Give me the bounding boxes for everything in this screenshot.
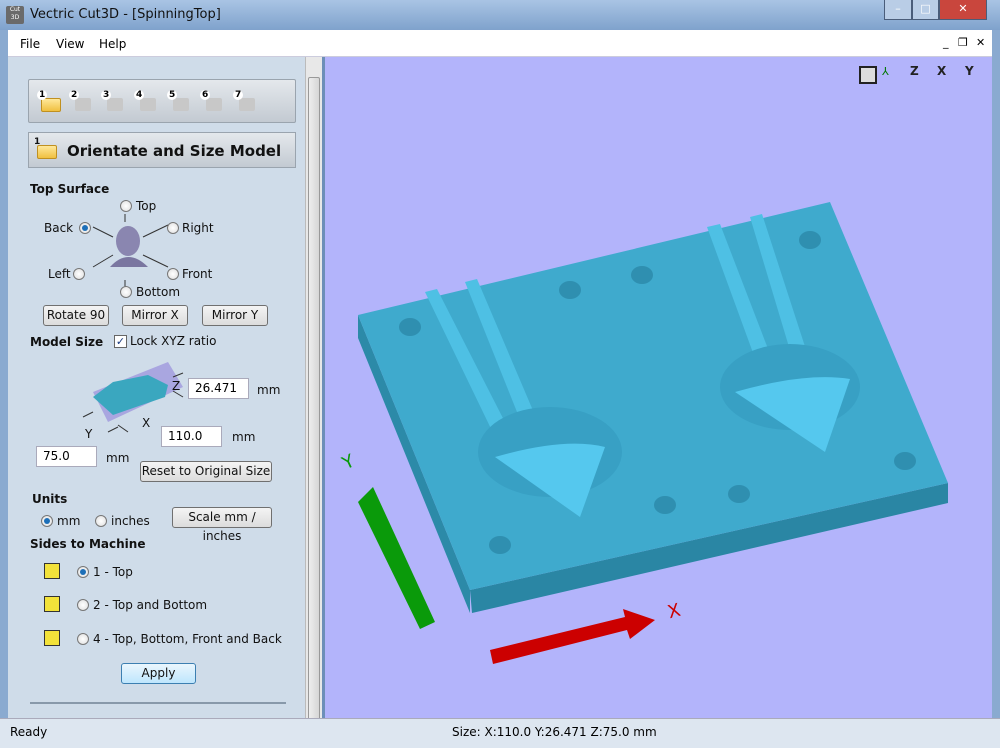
top-surface-label: Top Surface [30,182,110,196]
3d-viewport[interactable]: Y X ⅄ Z X Y [325,57,992,718]
cube-top-bottom-icon [44,596,60,612]
section-heading: 1 Orientate and Size Model [28,132,296,168]
reset-size-button[interactable]: Reset to Original Size [140,461,272,482]
radio-left[interactable] [73,268,85,280]
cube-four-sides-icon [44,630,60,646]
sides-label: Sides to Machine [30,537,146,551]
lock-xyz-checkbox[interactable]: ✓ [114,335,127,348]
radio-bottom[interactable] [120,286,132,298]
step-5-button[interactable]: 5 [167,90,191,114]
radio-front[interactable] [167,268,179,280]
y-size-input[interactable]: 75.0 [36,446,97,467]
status-bar: Ready Size: X:110.0 Y:26.471 Z:75.0 mm [0,718,1000,748]
block-top-face [358,202,948,590]
radio-mm[interactable] [41,515,53,527]
car-size-diagram [82,362,184,433]
window-frame [0,30,8,748]
app-logo-icon: Cut 3D [6,6,24,24]
step-toolbar: 1 2 3 4 5 6 7 [28,79,296,123]
menu-file[interactable]: File [20,37,40,51]
z-size-input[interactable]: 26.471 [188,378,249,399]
mdi-restore-button[interactable]: ❐ [958,36,968,49]
left-panel: 1 2 3 4 5 6 7 1 Orientate and Size Model… [8,57,305,718]
step-4-button[interactable]: 4 [134,90,158,114]
status-text: Ready [10,725,48,739]
cube-top-icon [44,563,60,579]
menu-bar: File View Help _ ❐ ✕ [8,30,992,57]
radio-sides-4[interactable] [77,633,89,645]
radio-inches[interactable] [95,515,107,527]
step-7-button[interactable]: 7 [233,90,257,114]
step-6-button[interactable]: 6 [200,90,224,114]
x-size-input[interactable]: 110.0 [161,426,222,447]
window-title: Vectric Cut3D - [SpinningTop] [30,7,221,22]
title-bar: Cut 3D Vectric Cut3D - [SpinningTop] – □ … [0,0,1000,30]
maximize-button[interactable]: □ [912,0,939,20]
radio-right[interactable] [167,222,179,234]
folder-icon [37,145,57,159]
view-x-icon[interactable]: X [937,64,946,78]
y-axis-arrow [358,487,435,629]
minimize-button[interactable]: – [884,0,912,20]
units-label: Units [32,492,68,506]
bust-diagram [92,214,169,287]
mdi-minimize-button[interactable]: _ [943,36,949,49]
iso-view-icon[interactable]: ⅄ [882,65,889,78]
radio-sides-1[interactable] [77,566,89,578]
view-y-icon[interactable]: Y [965,64,974,78]
rotate-90-button[interactable]: Rotate 90 [43,305,109,326]
divider [30,702,286,704]
view-z-icon[interactable]: Z [910,64,919,78]
scrollbar-thumb[interactable] [308,77,320,727]
mirror-y-button[interactable]: Mirror Y [202,305,268,326]
folder-icon [41,98,61,112]
menu-help[interactable]: Help [99,37,126,51]
radio-back[interactable] [79,222,91,234]
step-1-button[interactable]: 1 [37,90,61,114]
x-axis-arrow [490,609,655,664]
step-2-button[interactable]: 2 [69,90,93,114]
zoom-extents-icon[interactable] [859,66,877,84]
model-view [358,202,948,664]
scale-units-button[interactable]: Scale mm / inches [172,507,272,543]
menu-view[interactable]: View [56,37,84,51]
mirror-x-button[interactable]: Mirror X [122,305,188,326]
window-frame [992,30,1000,748]
step-3-button[interactable]: 3 [101,90,125,114]
panel-scrollbar[interactable] [305,57,322,727]
apply-button[interactable]: Apply [121,663,196,684]
model-size-label: Model Size [30,335,104,349]
close-button[interactable]: ✕ [939,0,987,20]
mdi-close-button[interactable]: ✕ [976,36,985,49]
radio-sides-2[interactable] [77,599,89,611]
radio-top[interactable] [120,200,132,212]
section-title: Orientate and Size Model [67,142,282,160]
model-size-readout: Size: X:110.0 Y:26.471 Z:75.0 mm [452,725,657,739]
